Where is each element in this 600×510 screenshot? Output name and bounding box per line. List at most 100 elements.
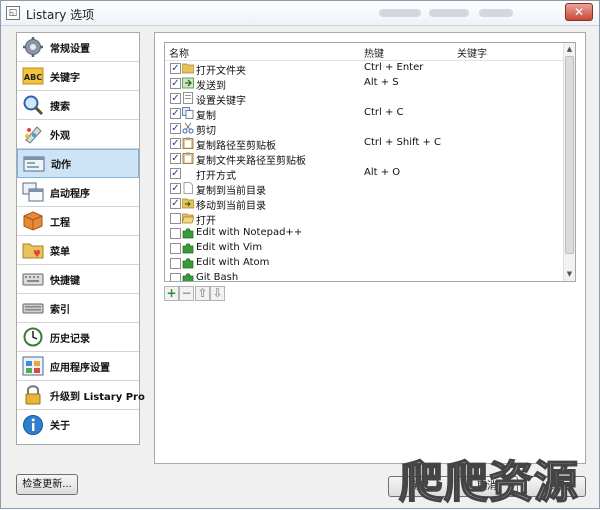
- row-checkbox[interactable]: ✓: [170, 138, 181, 149]
- scroll-thumb[interactable]: [565, 56, 574, 254]
- list-item[interactable]: ✓ 移动到当前目录: [165, 196, 563, 212]
- list-scrollbar[interactable]: ▲ ▼: [563, 43, 575, 281]
- list-item[interactable]: Edit with Vim: [165, 241, 563, 256]
- window-title: Listary 选项: [26, 8, 95, 22]
- column-hotkey-header[interactable]: 热键: [364, 45, 384, 60]
- list-item[interactable]: ✓ 复制路径至剪贴板 Ctrl + Shift + C: [165, 136, 563, 152]
- row-checkbox[interactable]: ✓: [170, 183, 181, 194]
- action-name: 移动到当前目录: [196, 201, 266, 212]
- action-name: Edit with Notepad++: [196, 227, 303, 238]
- sidebar-item-label: 关于: [50, 421, 70, 432]
- list-item[interactable]: ✓ 复制 Ctrl + C: [165, 106, 563, 122]
- sidebar-item-launcher[interactable]: 启动程序: [17, 178, 139, 207]
- list-item[interactable]: Edit with Atom: [165, 256, 563, 271]
- row-checkbox[interactable]: ✓: [170, 78, 181, 89]
- menu-folder-heart-icon: [22, 243, 44, 259]
- open-folder-icon: [182, 213, 194, 224]
- row-checkbox[interactable]: ✓: [170, 108, 181, 119]
- remove-action-button[interactable]: −: [179, 286, 194, 301]
- list-item[interactable]: ✓ 打开方式 Alt + O: [165, 166, 563, 182]
- list-item[interactable]: ✓ 复制文件夹路径至剪贴板: [165, 151, 563, 167]
- list-item[interactable]: ✓ 发送到 Alt + S: [165, 76, 563, 92]
- action-name: 发送到: [196, 81, 226, 92]
- folder-icon: [182, 63, 194, 74]
- app-grid-icon: [22, 356, 44, 376]
- action-hotkey: Ctrl + C: [364, 107, 404, 118]
- action-name: 打开方式: [196, 171, 236, 182]
- puzzle-icon: [182, 273, 194, 281]
- sidebar-item-hotkeys[interactable]: 快捷键: [17, 265, 139, 294]
- row-checkbox[interactable]: ✓: [170, 93, 181, 104]
- action-name: Git Bash: [196, 272, 239, 282]
- action-hotkey: Alt + O: [364, 167, 401, 178]
- sidebar-item-general[interactable]: 常规设置: [17, 33, 139, 62]
- sidebar-item-projects[interactable]: 工程: [17, 207, 139, 236]
- project-cube-icon: [23, 211, 43, 231]
- list-item[interactable]: Edit with Notepad++: [165, 226, 563, 241]
- row-checkbox[interactable]: [170, 228, 181, 239]
- blurred-title-area-2: [429, 9, 469, 17]
- close-button[interactable]: ✕: [565, 3, 593, 21]
- row-checkbox[interactable]: [170, 213, 181, 224]
- scroll-up-arrow-icon[interactable]: ▲: [564, 43, 575, 55]
- action-hotkey: Alt + S: [364, 77, 399, 88]
- info-icon: [23, 414, 43, 435]
- add-action-button[interactable]: +: [164, 286, 179, 301]
- abc-icon: ABC: [22, 67, 44, 85]
- sidebar-item-history[interactable]: 历史记录: [17, 323, 139, 352]
- sidebar-item-index[interactable]: 索引: [17, 294, 139, 323]
- clock-icon: [23, 327, 43, 347]
- list-item[interactable]: ✓ 打开文件夹 Ctrl + Enter: [165, 61, 563, 77]
- actions-list[interactable]: 名称 热键 关键字 ✓ 打开文件夹 Ctrl + Enter ✓ 发送到 Alt…: [164, 42, 576, 282]
- keyword-page-icon: [183, 92, 193, 104]
- check-updates-button[interactable]: 检查更新...: [16, 474, 78, 495]
- row-checkbox[interactable]: ✓: [170, 168, 181, 179]
- keyboard-icon: [22, 273, 44, 286]
- launch-windows-icon: [22, 182, 44, 202]
- row-checkbox[interactable]: ✓: [170, 153, 181, 164]
- row-checkbox[interactable]: ✓: [170, 63, 181, 74]
- action-name: Edit with Atom: [196, 257, 270, 268]
- sidebar-item-upgrade-pro[interactable]: 升级到 Listary Pro: [17, 381, 145, 410]
- scroll-down-arrow-icon[interactable]: ▼: [564, 268, 575, 280]
- list-item[interactable]: ✓ 剪切: [165, 121, 563, 137]
- list-item[interactable]: ✓ 设置关键字: [165, 91, 563, 107]
- sidebar-item-label: 索引: [50, 304, 70, 316]
- action-name: 复制文件夹路径至剪贴板: [196, 156, 306, 167]
- move-up-button[interactable]: ⇧: [195, 286, 210, 301]
- row-checkbox[interactable]: ✓: [170, 198, 181, 209]
- action-window-icon: [23, 156, 45, 171]
- blurred-title-area-3: [479, 9, 513, 17]
- sidebar-item-search[interactable]: 搜索: [17, 91, 139, 120]
- sidebar-item-appearance[interactable]: 外观: [17, 120, 139, 149]
- column-name-header[interactable]: 名称: [169, 45, 189, 60]
- sidebar-item-label: 外观: [50, 130, 70, 142]
- sidebar-item-label: 快捷键: [50, 275, 80, 287]
- column-keyword-header[interactable]: 关键字: [457, 45, 487, 60]
- svg-text:ABC: ABC: [24, 73, 42, 82]
- sidebar-item-label: 工程: [50, 217, 70, 229]
- sidebar-item-actions[interactable]: 动作: [17, 149, 139, 178]
- sidebar-item-label: 常规设置: [50, 43, 90, 55]
- row-checkbox[interactable]: [170, 273, 181, 281]
- sidebar-item-app-settings[interactable]: 应用程序设置: [17, 352, 139, 381]
- row-checkbox[interactable]: [170, 258, 181, 269]
- row-checkbox[interactable]: ✓: [170, 123, 181, 134]
- action-name: 复制路径至剪贴板: [196, 141, 276, 152]
- action-name: 复制: [196, 111, 216, 122]
- action-name: 剪切: [196, 126, 216, 137]
- sidebar-item-menu[interactable]: 菜单: [17, 236, 139, 265]
- list-item[interactable]: ✓ 复制到当前目录: [165, 181, 563, 197]
- list-item[interactable]: 打开: [165, 211, 563, 227]
- row-checkbox[interactable]: [170, 243, 181, 254]
- options-window: ◱ Listary 选项 ✕ 常规设置 ABC 关键字 搜索 外观 动作 启动程…: [0, 0, 600, 509]
- sidebar-item-about[interactable]: 关于: [17, 410, 139, 439]
- magnifier-icon: [23, 95, 44, 116]
- action-hotkey: Ctrl + Enter: [364, 62, 424, 73]
- move-down-button[interactable]: ⇩: [210, 286, 225, 301]
- puzzle-icon: [182, 258, 194, 269]
- sidebar-item-label: 历史记录: [50, 333, 90, 345]
- list-item[interactable]: Git Bash: [165, 271, 563, 282]
- sidebar-item-keywords[interactable]: ABC 关键字: [17, 62, 139, 91]
- sidebar-item-label: 升级到 Listary Pro: [50, 391, 145, 403]
